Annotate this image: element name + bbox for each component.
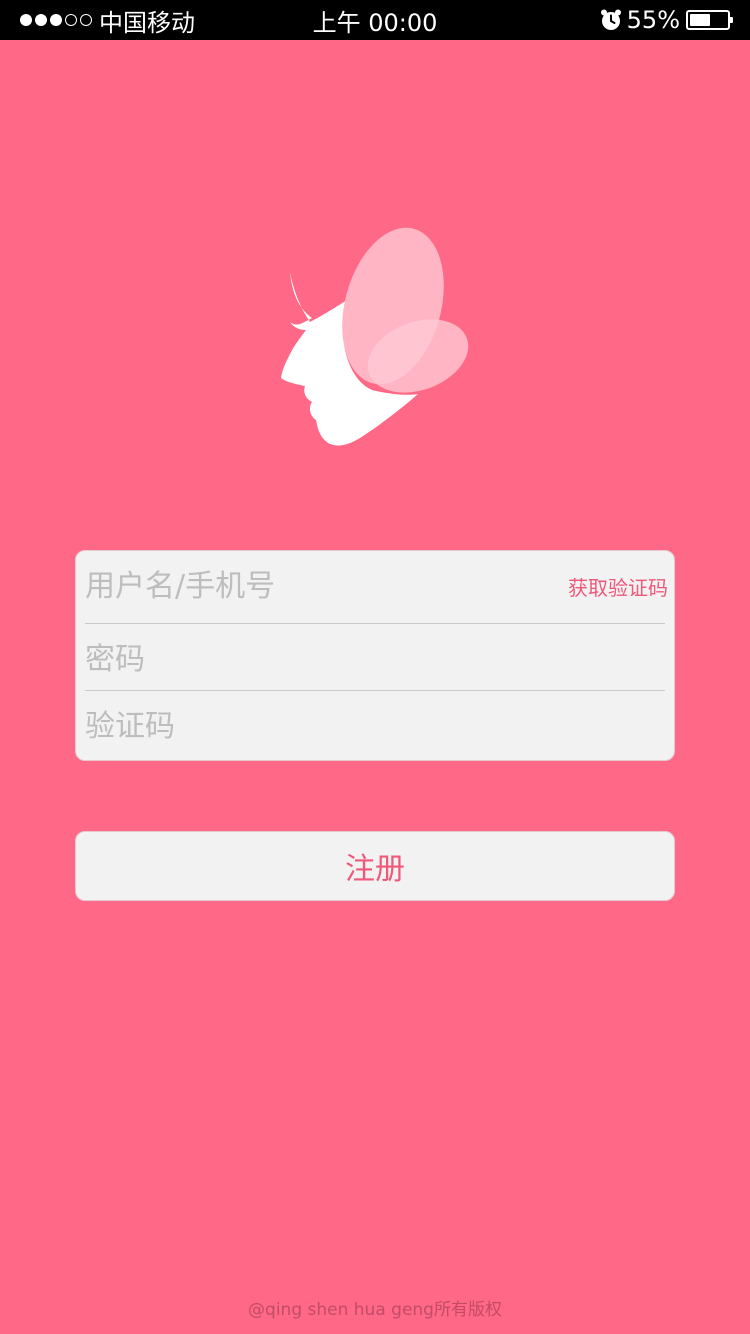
battery-percent: 55% [626,6,680,34]
status-right: 55% [599,0,733,40]
username-field-row: 获取验证码 [76,551,676,621]
password-input[interactable] [85,624,545,694]
password-field-row [76,624,676,694]
register-button[interactable]: 注册 [75,831,675,901]
alarm-clock-icon [600,9,621,30]
username-input[interactable] [85,551,545,621]
battery-tip [730,17,733,23]
code-field-row [76,691,676,761]
verification-code-input[interactable] [85,691,545,761]
register-form: 获取验证码 [75,550,675,761]
battery-icon [686,10,733,30]
copyright-text: @qing shen hua geng所有版权 [248,1300,502,1320]
butterfly-face-logo [281,227,469,446]
status-bar: 中国移动 上午 00:00 55% [0,0,750,40]
get-verification-code-button[interactable]: 获取验证码 [568,551,668,621]
battery-fill [690,14,710,26]
